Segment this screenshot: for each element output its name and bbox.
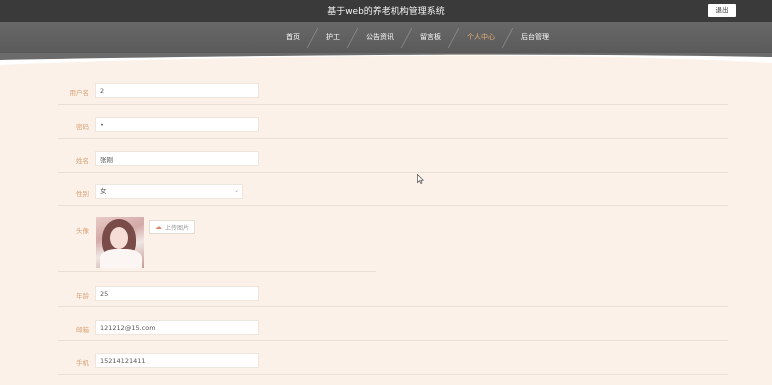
phone-label: 手机 <box>76 359 89 367</box>
avatar-image <box>96 217 144 268</box>
password-label: 密码 <box>76 123 89 131</box>
gender-select-value: 女 <box>100 187 107 195</box>
nav-item-message-board[interactable]: 留言板 <box>412 22 449 53</box>
username-label: 用户名 <box>69 89 90 97</box>
logout-button[interactable]: 退出 <box>708 4 736 17</box>
email-input[interactable] <box>95 320 259 335</box>
upload-icon: ☁ <box>154 223 162 231</box>
phone-input[interactable] <box>95 353 259 368</box>
age-label: 年龄 <box>76 292 89 300</box>
row-divider <box>58 374 728 375</box>
nav-separator <box>348 22 358 53</box>
nav-separator <box>308 22 318 53</box>
mouse-cursor-icon <box>417 174 424 184</box>
avatar-label: 头像 <box>76 227 89 235</box>
site-title: 基于web的养老机构管理系统 <box>327 7 445 17</box>
username-input[interactable] <box>95 83 259 98</box>
main-nav: 首页 护工 公告资讯 留言板 个人中心 后台管理 <box>0 22 772 53</box>
row-divider <box>58 205 728 206</box>
row-divider <box>58 340 728 341</box>
row-divider <box>58 104 728 105</box>
top-bar: 基于web的养老机构管理系统 退出 <box>0 0 772 22</box>
nav-separator <box>503 22 513 53</box>
chevron-down-icon: ⌄ <box>234 187 240 194</box>
name-label: 姓名 <box>76 157 89 165</box>
nav-item-news[interactable]: 公告资讯 <box>358 22 402 53</box>
password-input[interactable] <box>95 117 259 132</box>
age-input[interactable] <box>95 286 259 301</box>
email-label: 邮箱 <box>76 326 89 334</box>
row-divider <box>58 172 728 173</box>
nav-separator <box>402 22 412 53</box>
name-input[interactable] <box>95 151 259 166</box>
upload-image-button[interactable]: ☁ 上传图片 <box>149 220 195 234</box>
nav-item-home[interactable]: 首页 <box>278 22 308 53</box>
row-divider <box>58 271 376 272</box>
upload-image-label: 上传图片 <box>164 224 189 232</box>
row-divider <box>58 306 728 307</box>
nav-item-personal-center[interactable]: 个人中心 <box>459 22 503 53</box>
nav-item-admin[interactable]: 后台管理 <box>513 22 557 53</box>
gender-label: 性别 <box>76 190 89 198</box>
nav-separator <box>449 22 459 53</box>
nav-item-caregiver[interactable]: 护工 <box>318 22 348 53</box>
background-wave <box>0 53 772 65</box>
gender-select[interactable]: 女 <box>95 184 243 199</box>
row-divider <box>58 138 728 139</box>
